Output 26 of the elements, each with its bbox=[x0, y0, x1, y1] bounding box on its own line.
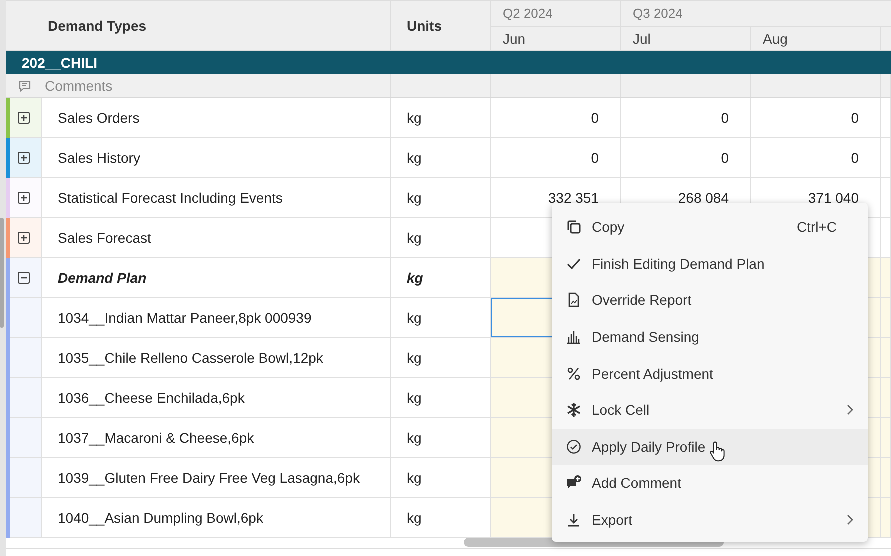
row-label: Demand Plan bbox=[42, 258, 391, 297]
row-label: Sales History bbox=[42, 138, 391, 177]
row-label: 1037__Macaroni & Cheese,6pk bbox=[42, 418, 391, 457]
value-cell: 0 bbox=[751, 98, 881, 137]
row-label: 1039__Gluten Free Dairy Free Veg Lasagna,6pk bbox=[42, 458, 391, 497]
unit-cell: kg bbox=[391, 138, 491, 177]
value-cell: 0 bbox=[491, 138, 621, 177]
value-cell: 0 bbox=[751, 138, 881, 177]
comments-label: Comments bbox=[45, 78, 113, 94]
row-label: 1040__Asian Dumpling Bowl,6pk bbox=[42, 498, 391, 537]
unit-cell: kg bbox=[391, 218, 491, 257]
value-cell: 0 bbox=[621, 98, 751, 137]
group-bar: 202__CHILI bbox=[6, 50, 891, 74]
unit-cell: kg bbox=[391, 178, 491, 217]
row-label: Sales Orders bbox=[42, 98, 391, 137]
unit-cell: kg bbox=[391, 98, 491, 137]
value-cell: 0 bbox=[491, 98, 621, 137]
row-label: 1035__Chile Relleno Casserole Bowl,12pk bbox=[42, 338, 391, 377]
row-label: Sales Forecast bbox=[42, 218, 391, 257]
shortcut-label: Ctrl+C bbox=[796, 219, 838, 236]
quarter-header: Q3 2024 bbox=[621, 1, 891, 27]
value-cell: 0 bbox=[621, 138, 751, 177]
row-label: 1034__Indian Mattar Paneer,8pk 000939 bbox=[42, 298, 391, 337]
row-label: Statistical Forecast Including Events bbox=[42, 178, 391, 217]
row-label: 1036__Cheese Enchilada,6pk bbox=[42, 378, 391, 417]
quarter-header: Q2 2024 bbox=[491, 1, 621, 27]
